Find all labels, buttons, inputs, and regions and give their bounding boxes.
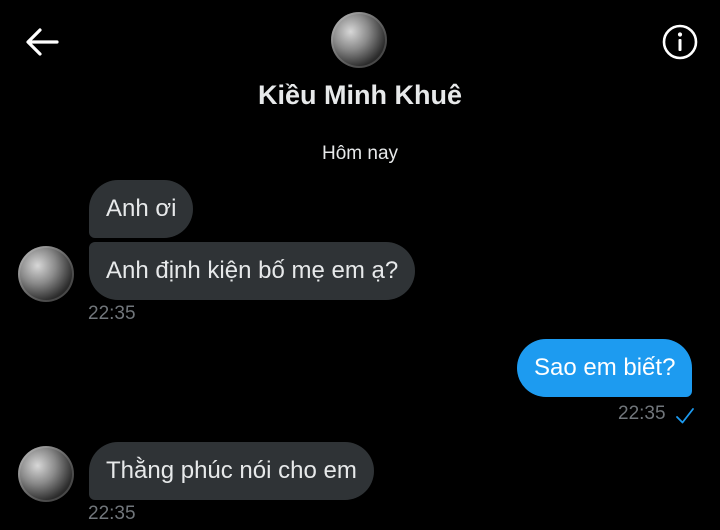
- contact-avatar[interactable]: [331, 12, 387, 68]
- message-text: Anh định kiện bố mẹ em ạ?: [106, 257, 399, 284]
- message-text: Sao em biết?: [534, 354, 676, 381]
- message-timestamp: 22:35: [618, 403, 666, 424]
- arrow-left-icon: [26, 28, 59, 56]
- message-bubble-outgoing[interactable]: Sao em biết?: [517, 339, 693, 397]
- message-bubble-incoming[interactable]: Anh định kiện bố mẹ em ạ?: [89, 242, 416, 300]
- message-timestamp: 22:35: [88, 303, 136, 324]
- sender-avatar[interactable]: [18, 246, 74, 302]
- message-text: Thằng phúc nói cho em: [106, 457, 357, 484]
- date-separator: Hôm nay: [321, 143, 399, 164]
- message-text: Anh ơi: [106, 195, 177, 222]
- message-bubble-incoming[interactable]: Thằng phúc nói cho em: [89, 442, 374, 500]
- info-button[interactable]: [660, 22, 700, 62]
- message-bubble-incoming[interactable]: Anh ơi: [89, 180, 194, 238]
- contact-name[interactable]: Kiều Minh Khuê: [0, 80, 720, 111]
- info-icon: [662, 24, 698, 60]
- sent-check-icon: [676, 408, 694, 424]
- message-timestamp: 22:35: [88, 503, 136, 524]
- sender-avatar[interactable]: [18, 446, 74, 502]
- back-button[interactable]: [22, 22, 62, 62]
